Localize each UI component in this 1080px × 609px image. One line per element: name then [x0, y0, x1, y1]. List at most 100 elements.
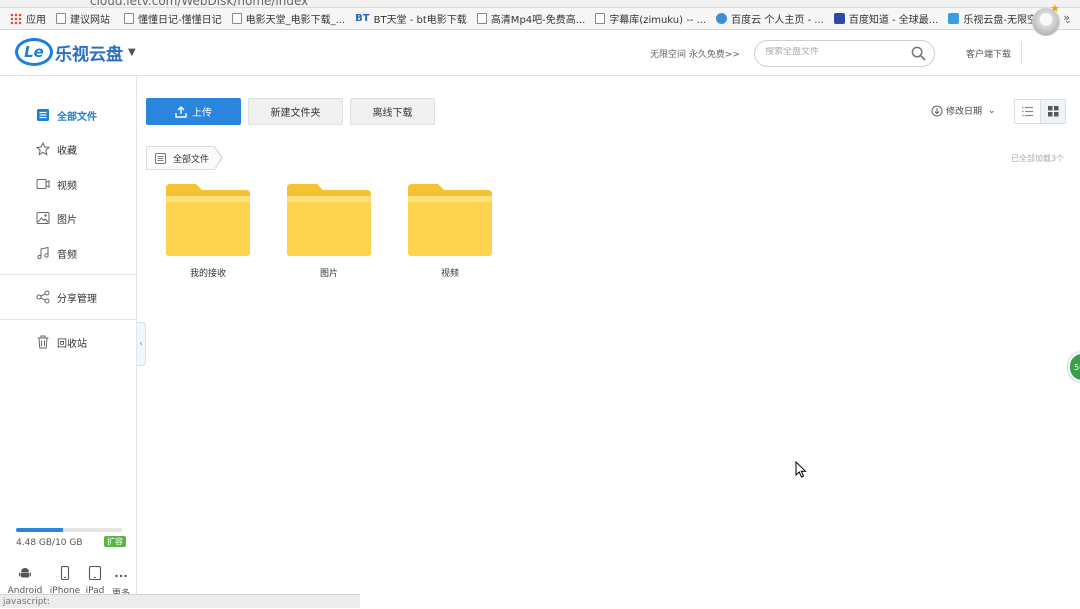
trash-icon: [37, 335, 49, 349]
bookmark-baidu-zhidao[interactable]: 百度知道 - 全球最...: [833, 8, 938, 29]
bookmark-zimuku[interactable]: 字幕库(zimuku) -- ...: [595, 8, 706, 29]
folder-icon: [166, 184, 250, 256]
storage-quota-fill: [16, 528, 64, 532]
bookmark-dongdong-diary[interactable]: 懂懂日记-懂懂日记: [124, 8, 222, 29]
sidebar-item-label: 音频: [57, 249, 77, 261]
video-icon: [36, 179, 50, 189]
bt-icon: BT: [355, 13, 370, 24]
sidebar-item-label: 收藏: [57, 145, 77, 157]
offline-download-label: 离线下载: [372, 108, 413, 119]
search-icon[interactable]: [911, 46, 926, 61]
list-view-button[interactable]: [1015, 100, 1040, 123]
bookmarks-bar: 应用 建议网站 懂懂日记-懂懂日记 电影天堂_电影下载_... BT BT天堂 -…: [0, 8, 1080, 30]
floating-speed-badge[interactable]: 56: [1068, 352, 1080, 382]
folder-label: 视频: [440, 269, 459, 279]
more-icon: [115, 574, 127, 578]
logo[interactable]: Le 乐视云盘 ▼: [15, 38, 136, 66]
list-view-icon: [1022, 106, 1033, 117]
folder-label: 图片: [319, 269, 338, 279]
client-download-link[interactable]: 客户端下载: [966, 47, 1011, 60]
sort-arrow-icon: [931, 105, 943, 116]
mouse-cursor-icon: [795, 461, 807, 478]
music-icon: [37, 246, 49, 260]
star-icon: [36, 142, 50, 156]
sidebar-item-favorites[interactable]: 收藏: [0, 134, 137, 164]
expand-storage-badge[interactable]: 扩容: [104, 536, 126, 547]
sidebar-collapse-button[interactable]: ‹: [137, 322, 146, 366]
bookmark-apps[interactable]: 应用: [10, 8, 46, 29]
header-divider: [1021, 42, 1022, 64]
bookmark-baidu-cloud[interactable]: 百度云 个人主页 - ...: [716, 8, 824, 29]
sidebar-item-label: 回收站: [57, 338, 87, 350]
logo-text: 乐视云盘: [55, 44, 123, 65]
baidu-paw-icon: [833, 13, 845, 24]
device-android[interactable]: Android: [7, 566, 43, 596]
baidu-cloud-icon: [716, 13, 728, 24]
breadcrumb: 全部文件: [146, 146, 224, 170]
bookmark-bt-heaven[interactable]: BT BT天堂 - bt电影下载: [355, 8, 467, 29]
bookmark-suggested-sites[interactable]: 建议网站: [56, 8, 110, 29]
storage-quota-text: 4.48 GB/10 GB: [16, 538, 83, 548]
breadcrumb-arrow: [214, 146, 224, 170]
search-box[interactable]: [754, 40, 935, 67]
sidebar-item-label: 图片: [57, 214, 77, 226]
bookmark-movie-heaven[interactable]: 电影天堂_电影下载_...: [231, 8, 345, 29]
apps-grid-icon: [10, 12, 22, 25]
image-icon: [36, 212, 50, 224]
upload-button-label: 上传: [192, 108, 212, 119]
chevron-down-icon[interactable]: ▼: [128, 47, 136, 58]
offline-download-button[interactable]: 离线下载: [350, 98, 435, 125]
sidebar-item-images[interactable]: 图片: [0, 203, 137, 233]
sidebar-item-video[interactable]: 视频: [0, 169, 137, 199]
page-icon: [124, 13, 134, 24]
chevron-left-icon: ‹: [139, 339, 143, 349]
promo-link[interactable]: 无限空间 永久免费>>: [650, 47, 740, 60]
loaded-count-text: 已全部加载3个: [1011, 154, 1065, 163]
tablet-icon: [88, 565, 102, 581]
storage-quota-bar: [16, 528, 122, 532]
sort-dropdown[interactable]: 修改日期 ⌄: [931, 104, 996, 117]
list-icon: [37, 109, 49, 121]
app-header: Le 乐视云盘 ▼ 无限空间 永久免费>> 客户端下载: [0, 30, 1080, 76]
breadcrumb-item-all-files[interactable]: 全部文件: [146, 146, 216, 170]
crown-icon: ★: [1050, 2, 1060, 15]
search-input[interactable]: [765, 47, 905, 57]
chevron-down-icon: ⌄: [988, 105, 996, 116]
new-folder-button[interactable]: 新建文件夹: [248, 98, 343, 125]
grid-view-button[interactable]: [1040, 100, 1065, 123]
page-icon: [231, 13, 242, 24]
page-icon: [595, 13, 606, 24]
address-bar-url[interactable]: cloud.letv.com/WebDisk/home/index: [90, 0, 308, 7]
list-icon: [155, 152, 166, 164]
phone-icon: [60, 565, 70, 581]
sort-label: 修改日期: [946, 107, 983, 117]
sidebar-item-all-files[interactable]: 全部文件: [0, 100, 137, 130]
folder-icon: [408, 184, 492, 256]
address-bar[interactable]: cloud.letv.com/WebDisk/home/index: [0, 0, 1080, 8]
sidebar-divider: [0, 274, 137, 275]
page-icon: [476, 13, 487, 24]
sidebar-item-recycle-bin[interactable]: 回收站: [0, 327, 137, 357]
logo-badge: Le: [15, 38, 53, 66]
view-toggle: [1014, 99, 1066, 124]
sidebar-item-label: 分享管理: [57, 293, 97, 305]
grid-view-icon: [1048, 106, 1059, 117]
bookmark-mp4-bar[interactable]: 高清Mp4吧-免费高...: [476, 8, 585, 29]
browser-status-bar: javascript:: [0, 594, 360, 608]
sidebar-item-label: 视频: [57, 180, 77, 192]
sidebar-divider: [0, 319, 137, 320]
sidebar-item-audio[interactable]: 音频: [0, 238, 137, 268]
sidebar-item-share-management[interactable]: 分享管理: [0, 282, 137, 312]
upload-button[interactable]: 上传: [146, 98, 241, 125]
android-icon: [19, 568, 31, 578]
sidebar-item-label: 全部文件: [57, 111, 97, 123]
new-folder-label: 新建文件夹: [270, 108, 321, 119]
upload-icon: [175, 105, 187, 118]
breadcrumb-label: 全部文件: [173, 154, 210, 165]
share-icon: [36, 290, 50, 304]
folder-label: 我的接收: [189, 269, 226, 279]
folder-icon: [287, 184, 371, 256]
letv-icon: [948, 13, 960, 24]
user-menu-chevron-icon[interactable]: ⌄: [1064, 16, 1072, 26]
page-icon: [56, 13, 66, 24]
